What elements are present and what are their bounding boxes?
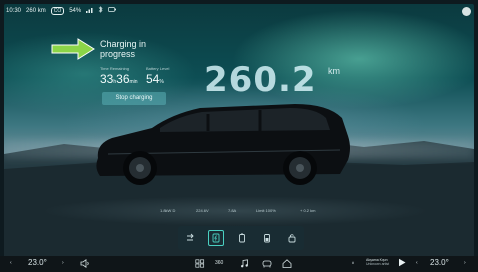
apps-icon[interactable]	[195, 259, 205, 270]
charging-dock	[178, 226, 304, 250]
minutes-value: 36	[116, 72, 130, 86]
stat-power: 1.8kW D	[160, 208, 176, 213]
temp-right[interactable]: 23.0°	[430, 258, 449, 267]
range-status: 260 km	[26, 7, 46, 14]
volume-icon[interactable]	[80, 259, 90, 270]
stat-limit: Limit 100%	[256, 208, 276, 213]
bluetooth-icon	[98, 6, 103, 15]
time-remaining-value: 33h36min	[100, 72, 138, 86]
stat-range-added: + 0.2 km	[300, 208, 316, 213]
stat-voltage: 224.6V	[196, 208, 209, 213]
charging-icon[interactable]	[208, 230, 225, 246]
clock: 10:30	[6, 7, 22, 14]
charging-title: Charging in progress	[100, 39, 147, 59]
temp-right-decrease-icon[interactable]: ‹	[416, 260, 418, 266]
time-remaining-label: Time Remaining	[100, 66, 129, 71]
battery-unit: %	[159, 79, 164, 85]
media-info[interactable]: Akşama Kışın Unknown artist	[366, 258, 389, 266]
status-bar: 10:30 260 km CO 54%	[6, 6, 117, 15]
temp-left-increase-icon[interactable]: ›	[62, 260, 64, 266]
music-icon[interactable]	[240, 259, 249, 270]
media-subtitle: Unknown artist	[366, 262, 390, 266]
temp-left[interactable]: 23.0°	[28, 258, 47, 267]
arrow-annotation-icon	[51, 38, 95, 60]
range-value: 260.2	[204, 60, 317, 100]
stat-current: 7.8A	[228, 208, 237, 213]
status-pill: CO	[50, 6, 65, 15]
360-view-icon[interactable]: 360	[215, 260, 223, 266]
car-image	[96, 104, 351, 185]
battery-percent: 54%	[69, 7, 82, 14]
battery-icon[interactable]	[235, 231, 249, 245]
seat-icon[interactable]	[262, 259, 272, 270]
home-icon[interactable]	[282, 259, 292, 270]
range-unit: km	[328, 66, 340, 76]
temp-left-decrease-icon[interactable]: ‹	[10, 260, 12, 266]
battery-level-value: 54%	[146, 72, 164, 86]
avatar[interactable]	[462, 7, 471, 16]
battery-saver-icon[interactable]	[260, 231, 274, 245]
bottom-bar	[0, 256, 478, 272]
play-icon[interactable]	[398, 258, 406, 269]
hours-value: 33	[100, 72, 114, 86]
battery-value: 54	[146, 72, 160, 86]
media-prev-marker: #	[352, 261, 354, 265]
temp-right-increase-icon[interactable]: ›	[464, 260, 466, 266]
minutes-unit: min	[129, 79, 138, 85]
battery-status-icon	[108, 7, 117, 14]
charge-port-icon[interactable]	[183, 231, 197, 245]
signal-icon	[86, 7, 93, 15]
lock-battery-icon[interactable]	[285, 231, 299, 245]
battery-level-label: Battery Level	[146, 66, 170, 71]
